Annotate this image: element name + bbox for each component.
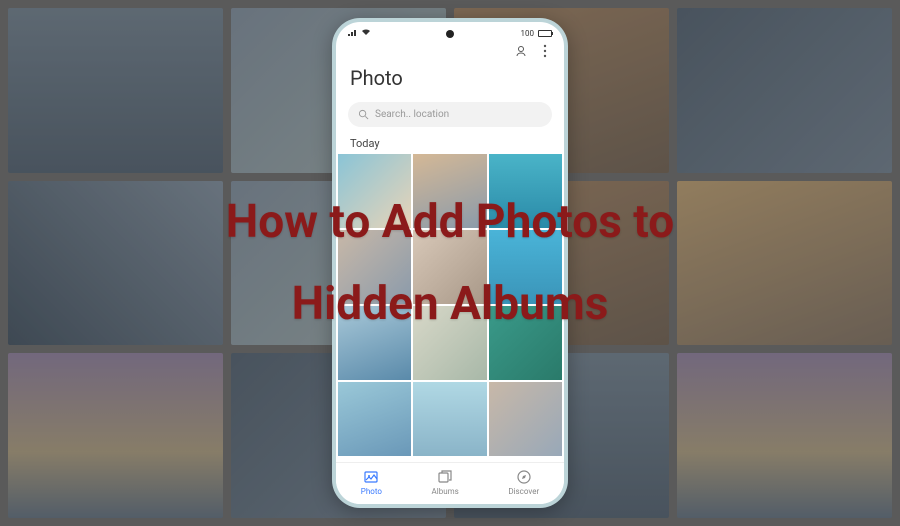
nav-label: Discover [508, 487, 539, 496]
camera-notch [446, 30, 454, 38]
albums-icon [437, 469, 453, 485]
search-icon [358, 109, 369, 120]
nav-label: Photo [361, 487, 382, 496]
photo-thumbnail[interactable] [413, 230, 486, 304]
page-title: Photo [336, 62, 564, 98]
bottom-nav: Photo Albums Discover [336, 462, 564, 504]
more-icon[interactable] [538, 44, 552, 58]
phone-mockup: 100 Photo Search.. location Today [332, 18, 568, 508]
phone-screen: 100 Photo Search.. location Today [336, 22, 564, 504]
photo-thumbnail[interactable] [489, 306, 562, 380]
photo-thumbnail[interactable] [338, 230, 411, 304]
photo-grid [336, 154, 564, 462]
nav-tab-photo[interactable]: Photo [361, 469, 382, 496]
profile-icon[interactable] [514, 44, 528, 58]
photo-thumbnail[interactable] [338, 154, 411, 228]
discover-icon [516, 469, 532, 485]
photo-thumbnail[interactable] [413, 382, 486, 456]
photo-thumbnail[interactable] [413, 306, 486, 380]
battery-icon [538, 30, 552, 37]
nav-tab-discover[interactable]: Discover [508, 469, 539, 496]
photo-thumbnail[interactable] [489, 154, 562, 228]
date-section-label: Today [336, 135, 564, 154]
status-left [348, 28, 371, 38]
photo-thumbnail[interactable] [413, 154, 486, 228]
status-right: 100 [521, 29, 553, 38]
photo-thumbnail[interactable] [489, 230, 562, 304]
app-header [336, 40, 564, 62]
search-placeholder: Search.. location [375, 109, 449, 120]
battery-percent: 100 [521, 29, 535, 38]
wifi-icon [361, 28, 371, 38]
nav-tab-albums[interactable]: Albums [432, 469, 459, 496]
photo-thumbnail[interactable] [489, 382, 562, 456]
nav-label: Albums [432, 487, 459, 496]
search-input[interactable]: Search.. location [348, 102, 552, 127]
photo-thumbnail[interactable] [338, 382, 411, 456]
photo-icon [363, 469, 379, 485]
photo-thumbnail[interactable] [338, 306, 411, 380]
signal-icon [348, 28, 358, 38]
